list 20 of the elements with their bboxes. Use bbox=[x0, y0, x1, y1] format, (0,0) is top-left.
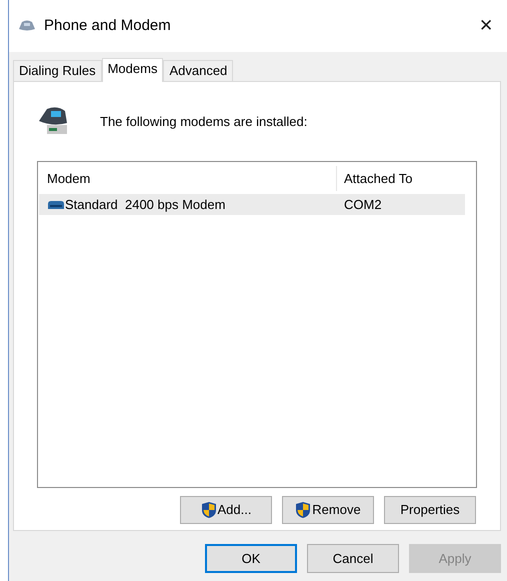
shield-icon bbox=[200, 501, 217, 519]
intro-text: The following modems are installed: bbox=[100, 113, 308, 132]
button[interactable]: Properties bbox=[384, 496, 476, 524]
column-header[interactable]: Attached To bbox=[337, 166, 465, 191]
button[interactable]: OK bbox=[205, 544, 297, 573]
modem-icon bbox=[47, 200, 65, 210]
table-cell-text: Standard 2400 bps Modem bbox=[65, 196, 226, 214]
button[interactable]: Remove bbox=[282, 496, 374, 524]
table-cell-text: COM2 bbox=[343, 196, 382, 214]
column-header[interactable]: Modem bbox=[39, 166, 337, 191]
shield-icon bbox=[295, 501, 312, 519]
modem-row[interactable]: Standard 2400 bps Modem COM2 bbox=[39, 194, 465, 215]
button[interactable]: Cancel bbox=[307, 544, 399, 573]
tab[interactable]: Dialing Rules bbox=[13, 60, 102, 81]
window-title: Phone and Modem bbox=[44, 16, 171, 36]
tab[interactable]: Modems bbox=[102, 58, 164, 82]
tab[interactable]: Advanced bbox=[163, 60, 234, 81]
telephone-icon bbox=[18, 19, 36, 33]
close-button[interactable]: ✕ bbox=[471, 11, 501, 41]
button[interactable]: Add... bbox=[180, 496, 272, 524]
